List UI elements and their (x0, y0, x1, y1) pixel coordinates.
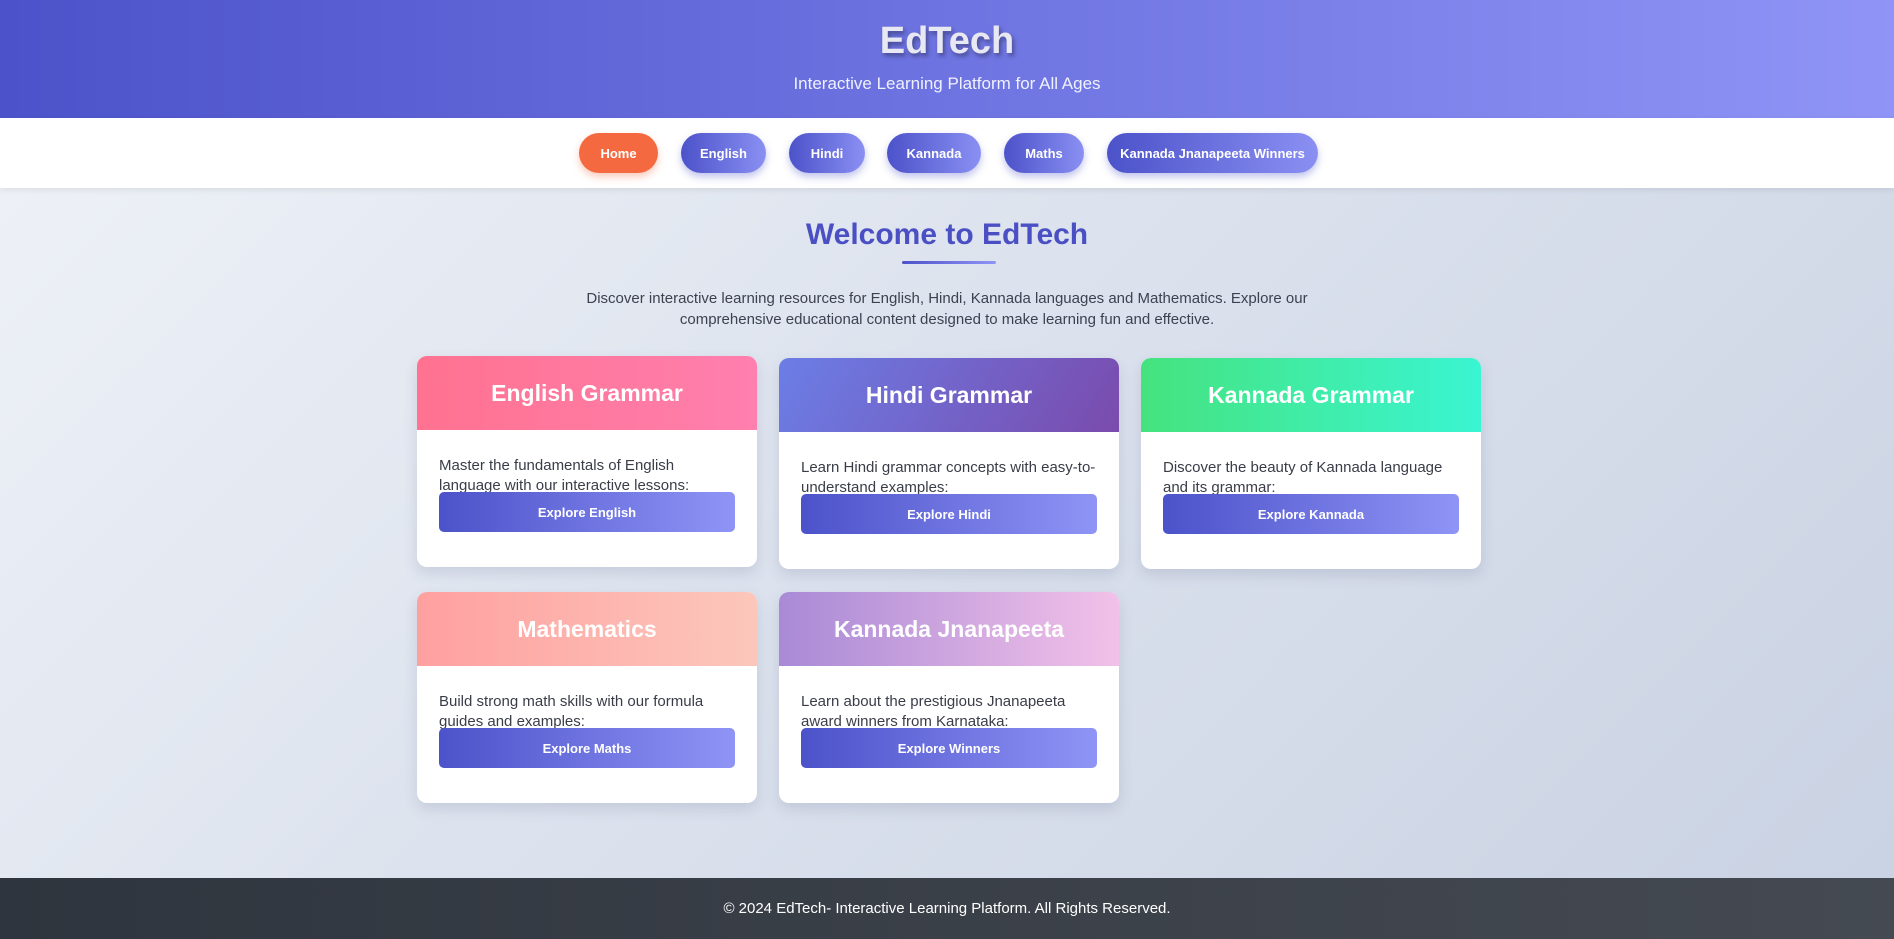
card-english: English Grammar Master the fundamentals … (417, 356, 757, 567)
site-title: EdTech (879, 20, 1015, 62)
footer-copyright: © 2024 EdTech- Interactive Learning Plat… (723, 900, 1171, 917)
site-header: EdTech Interactive Learning Platform for… (0, 0, 1894, 118)
card-title: Mathematics (417, 592, 757, 666)
card-kannada: Kannada Grammar Discover the beauty of K… (1141, 358, 1481, 569)
site-subtitle: Interactive Learning Platform for All Ag… (793, 74, 1101, 93)
card-description: Discover the beauty of Kannada language … (1163, 459, 1443, 496)
nav-english[interactable]: English (681, 133, 766, 173)
card-title: Kannada Grammar (1141, 358, 1481, 432)
intro-text: Discover interactive learning resources … (586, 290, 1308, 328)
card-title: English Grammar (417, 356, 757, 430)
explore-hindi-button[interactable]: Explore Hindi (801, 494, 1097, 534)
card-title: Kannada Jnanapeeta (779, 592, 1119, 666)
welcome-heading: Welcome to EdTech (805, 218, 1089, 251)
nav-kannada[interactable]: Kannada (887, 133, 981, 173)
nav-hindi[interactable]: Hindi (789, 133, 865, 173)
explore-winners-button[interactable]: Explore Winners (801, 728, 1097, 768)
nav-jnanapeeta-winners[interactable]: Kannada Jnanapeeta Winners (1107, 133, 1318, 173)
card-description: Learn Hindi grammar concepts with easy-t… (801, 459, 1096, 496)
card-title: Hindi Grammar (779, 358, 1119, 432)
explore-english-button[interactable]: Explore English (439, 492, 735, 532)
site-footer: © 2024 EdTech- Interactive Learning Plat… (0, 878, 1894, 939)
card-jnanapeeta: Kannada Jnanapeeta Learn about the prest… (779, 592, 1119, 803)
heading-underline (902, 261, 996, 264)
card-description: Master the fundamentals of English langu… (439, 457, 690, 494)
main-nav: Home English Hindi Kannada Maths Kannada… (0, 118, 1894, 188)
nav-home[interactable]: Home (579, 133, 658, 173)
explore-kannada-button[interactable]: Explore Kannada (1163, 494, 1459, 534)
card-description: Learn about the prestigious Jnanapeeta a… (801, 693, 1066, 730)
nav-maths[interactable]: Maths (1004, 133, 1084, 173)
card-description: Build strong math skills with our formul… (439, 693, 704, 730)
card-mathematics: Mathematics Build strong math skills wit… (417, 592, 757, 803)
explore-maths-button[interactable]: Explore Maths (439, 728, 735, 768)
card-hindi: Hindi Grammar Learn Hindi grammar concep… (779, 358, 1119, 569)
